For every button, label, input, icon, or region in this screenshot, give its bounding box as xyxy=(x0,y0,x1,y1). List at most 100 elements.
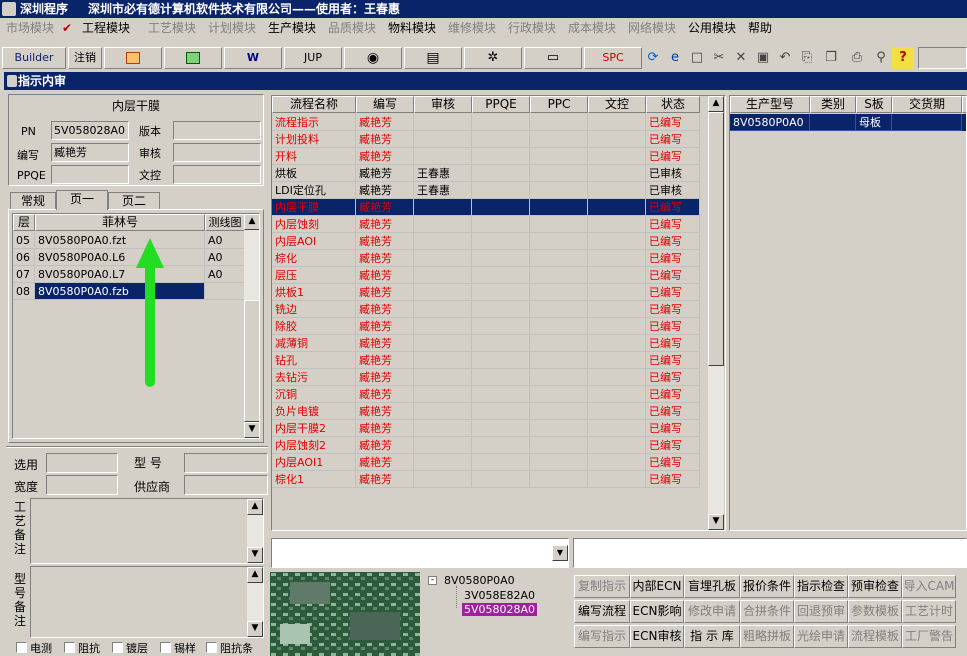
tree-collapse-icon[interactable]: - xyxy=(428,576,437,585)
tab-page1[interactable]: 页一 xyxy=(56,190,108,210)
find-icon[interactable]: ⚲ xyxy=(870,47,892,69)
cut-icon[interactable]: ✂ xyxy=(708,47,730,69)
table-row[interactable]: 内层AOI1 臧艳芳 已编写 xyxy=(272,454,700,471)
flow-col-name[interactable]: 流程名称 xyxy=(272,96,356,113)
table-row[interactable]: 08 8V0580P0A0.fzb xyxy=(13,283,245,300)
tree-root[interactable]: 8V0580P0A0 xyxy=(444,574,515,587)
delete-icon[interactable]: ✕ xyxy=(730,47,752,69)
flow-col-ppc[interactable]: PPC xyxy=(530,96,588,113)
menu-production[interactable]: 生产模块 xyxy=(268,18,316,38)
action-button[interactable]: 编写指示 xyxy=(574,625,630,648)
word-icon[interactable]: W xyxy=(224,47,282,69)
eye-icon[interactable]: ◉ xyxy=(344,47,402,69)
action-button[interactable]: 指示检查 xyxy=(794,575,848,598)
table-row[interactable]: 06 8V0580P0A0.L6 A0 xyxy=(13,249,245,266)
table-row[interactable]: 烘板1 臧艳芳 已编写 xyxy=(272,284,700,301)
table-row[interactable]: 内层干膜2 臧艳芳 已编写 xyxy=(272,420,700,437)
action-button[interactable]: 预审检查 xyxy=(848,575,902,598)
print-icon[interactable]: ⎙ xyxy=(846,47,868,69)
table-row[interactable]: 去钻污 臧艳芳 已编写 xyxy=(272,369,700,386)
flow-scrollbar[interactable]: ▲ ▼ xyxy=(708,96,724,530)
table-row[interactable]: 8V0580P0A0 母板 xyxy=(730,114,966,131)
table-row[interactable]: 层压 臧艳芳 已编写 xyxy=(272,267,700,284)
action-button[interactable]: 工艺计时 xyxy=(902,600,956,623)
table-row[interactable]: 棕化1 臧艳芳 已编写 xyxy=(272,471,700,488)
action-button[interactable]: 内部ECN xyxy=(630,575,684,598)
table-row[interactable]: 沉铜 臧艳芳 已编写 xyxy=(272,386,700,403)
action-button[interactable]: 粗略拼板 xyxy=(740,625,794,648)
help-icon[interactable]: ? xyxy=(892,47,914,69)
menu-market[interactable]: 市场模块 xyxy=(6,18,54,38)
table-row[interactable]: 内层干膜 臧艳芳 已编写 xyxy=(272,199,700,216)
network-icon[interactable]: ✲ xyxy=(464,47,522,69)
table-row[interactable]: 05 8V0580P0A0.fzt A0 xyxy=(13,232,245,249)
table-row[interactable]: 内层蚀刻 臧艳芳 已编写 xyxy=(272,216,700,233)
width-field[interactable] xyxy=(46,475,118,495)
prod-col-delivery[interactable]: 交货期 xyxy=(892,96,962,113)
table-row[interactable]: 铣边 臧艳芳 已编写 xyxy=(272,301,700,318)
flow-col-review[interactable]: 审核 xyxy=(414,96,472,113)
action-button[interactable]: 复制指示 xyxy=(574,575,630,598)
table-row[interactable]: 开料 臧艳芳 已编写 xyxy=(272,148,700,165)
film-col-number[interactable]: 菲林号 xyxy=(35,214,205,231)
table-row[interactable]: 棕化 臧艳芳 已编写 xyxy=(272,250,700,267)
action-button[interactable]: 参数模板 xyxy=(848,600,902,623)
chevron-down-icon[interactable]: ▼ xyxy=(552,545,568,561)
action-button[interactable]: 光绘申请 xyxy=(794,625,848,648)
table-row[interactable]: 内层蚀刻2 臧艳芳 已编写 xyxy=(272,437,700,454)
flow-col-status[interactable]: 状态 xyxy=(646,96,700,113)
version-field[interactable] xyxy=(173,121,261,140)
checkbox-plating[interactable] xyxy=(112,642,123,653)
cancel-button[interactable]: 注销 xyxy=(68,47,102,69)
menu-material[interactable]: 物料模块 xyxy=(388,18,436,38)
table-row[interactable]: 流程指示 臧艳芳 已编写 xyxy=(272,114,700,131)
database-icon[interactable]: ▤ xyxy=(404,47,462,69)
checkbox-impedance-strip[interactable] xyxy=(206,642,217,653)
menu-maintenance[interactable]: 维修模块 xyxy=(448,18,496,38)
menu-plan[interactable]: 计划模块 xyxy=(208,18,256,38)
flow-col-ppqe[interactable]: PPQE xyxy=(472,96,530,113)
checkbox-electrical[interactable] xyxy=(16,642,27,653)
tree-child-selected[interactable]: 5V058028A0 xyxy=(462,603,538,616)
checkbox-tin-sample[interactable] xyxy=(160,642,171,653)
menu-cost[interactable]: 成本模块 xyxy=(568,18,616,38)
menu-admin[interactable]: 行政模块 xyxy=(508,18,556,38)
menu-process[interactable]: 工艺模块 xyxy=(148,18,196,38)
ie-icon[interactable]: e xyxy=(664,47,686,69)
action-button[interactable]: 合拼条件 xyxy=(740,600,794,623)
menu-help[interactable]: 帮助 xyxy=(748,18,772,38)
table-row[interactable]: 减薄铜 臧艳芳 已编写 xyxy=(272,335,700,352)
prod-col-category[interactable]: 类别 xyxy=(810,96,856,113)
checkbox-impedance[interactable] xyxy=(64,642,75,653)
model-field[interactable] xyxy=(184,453,268,473)
action-button[interactable]: 指 示 库 xyxy=(684,625,740,648)
table-row[interactable]: 内层AOI 臧艳芳 已编写 xyxy=(272,233,700,250)
new-icon[interactable]: □ xyxy=(686,47,708,69)
tree-child[interactable]: 3V058E82A0 xyxy=(464,589,535,602)
toolbar-field[interactable] xyxy=(918,47,967,69)
computer-icon[interactable]: ▭ xyxy=(524,47,582,69)
flow-col-doc[interactable]: 文控 xyxy=(588,96,646,113)
action-button[interactable]: 编写流程 xyxy=(574,600,630,623)
prod-col-s-board[interactable]: S板 xyxy=(856,96,892,113)
spc-button[interactable]: SPC xyxy=(584,47,642,69)
refresh-icon[interactable]: ⟳ xyxy=(642,47,664,69)
excel-icon[interactable] xyxy=(164,47,222,69)
undo-icon[interactable]: ↶ xyxy=(774,47,796,69)
save-icon[interactable]: ▣ xyxy=(752,47,774,69)
preview-icon[interactable]: ⎘ xyxy=(796,47,818,69)
combo-left[interactable]: ▼ xyxy=(271,538,569,568)
tab-page2[interactable]: 页二 xyxy=(108,192,160,210)
action-button[interactable]: 导入CAM xyxy=(902,575,956,598)
model-note-textarea[interactable]: ▲ ▼ xyxy=(30,566,264,638)
process-note-textarea[interactable]: ▲ ▼ xyxy=(30,498,264,564)
pn-field[interactable]: 5V058028A0 xyxy=(51,121,129,140)
supplier-field[interactable] xyxy=(184,475,268,495)
table-row[interactable]: 除胶 臧艳芳 已编写 xyxy=(272,318,700,335)
film-col-layer[interactable]: 层 xyxy=(13,214,35,231)
select-field[interactable] xyxy=(46,453,118,473)
jup-button[interactable]: JUP xyxy=(284,47,342,69)
table-row[interactable]: 计划投料 臧艳芳 已编写 xyxy=(272,131,700,148)
menu-engineering[interactable]: 工程模块 xyxy=(82,18,130,38)
table-row[interactable]: 烘板 臧艳芳 王春惠 已审核 xyxy=(272,165,700,182)
